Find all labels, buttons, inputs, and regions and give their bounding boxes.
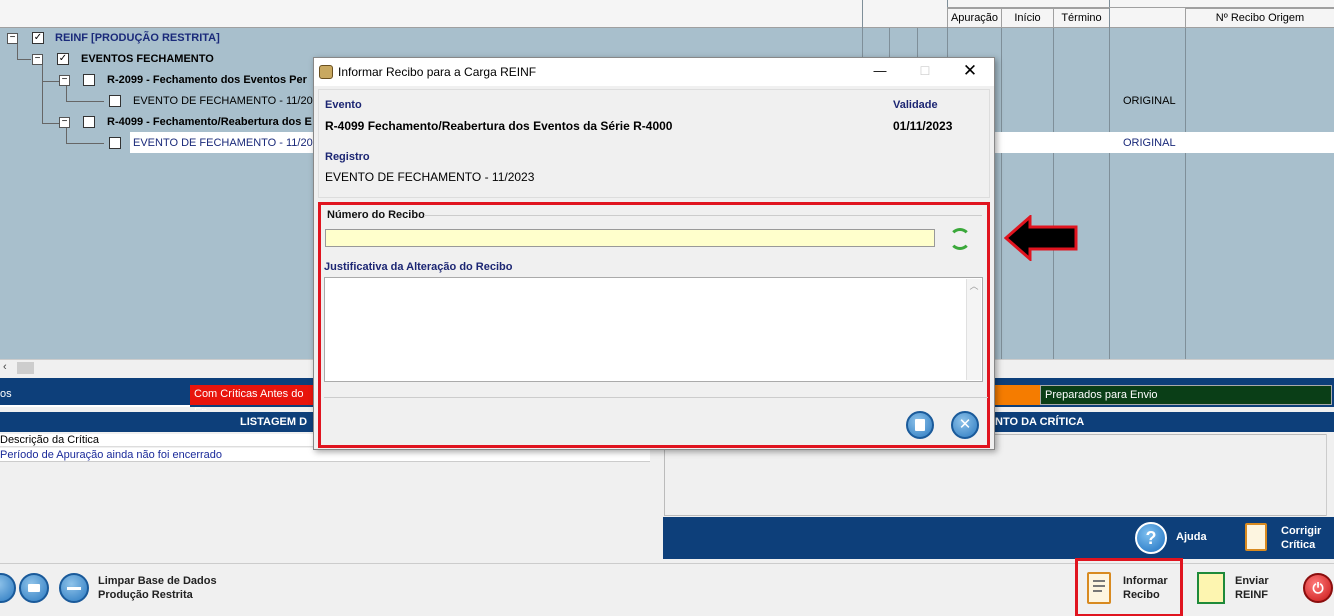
tree-line	[17, 59, 31, 60]
minimize-icon[interactable]: —	[869, 63, 891, 81]
registro-label: Registro	[325, 151, 370, 163]
grid-divider	[1185, 28, 1186, 359]
tree-group-label[interactable]: EVENTOS FECHAMENTO	[81, 49, 214, 69]
tree-line	[66, 128, 67, 144]
fix-label-line2: Crítica	[1281, 539, 1316, 551]
print-icon[interactable]	[19, 573, 49, 603]
recibo-number-input[interactable]	[325, 229, 935, 247]
tree-line	[66, 101, 104, 102]
inform-label-line2: Recibo	[1123, 589, 1160, 601]
header-rule	[947, 7, 1334, 8]
collapse-icon[interactable]: −	[32, 54, 43, 65]
validade-label: Validade	[893, 99, 938, 111]
refresh-icon[interactable]	[949, 228, 971, 250]
tree-item-r4099[interactable]: R-4099 - Fechamento/Reabertura dos E	[107, 112, 312, 132]
fix-label-line1: Corrigir	[1281, 525, 1322, 537]
col-header-recibo-origem[interactable]: Nº Recibo Origem	[1185, 8, 1334, 27]
send-reinf-icon[interactable]	[1197, 572, 1225, 604]
tree-line	[92, 101, 93, 102]
maximize-icon[interactable]: ☐	[917, 64, 933, 78]
tree-line	[42, 64, 43, 124]
tree-child-r2099[interactable]: EVENTO DE FECHAMENTO - 11/2023	[133, 91, 325, 111]
help-label[interactable]: Ajuda	[1176, 531, 1207, 543]
clear-label-line1: Limpar Base de Dados	[98, 575, 217, 587]
col-header-termino[interactable]: Término	[1053, 8, 1109, 27]
grid-divider	[862, 0, 863, 28]
justificativa-label: Justificativa da Alteração do Recibo	[324, 261, 513, 273]
collapse-icon[interactable]: −	[59, 117, 70, 128]
tree-line	[66, 143, 104, 144]
grid-divider	[1001, 28, 1002, 359]
status-cell: ORIGINAL	[1123, 95, 1176, 107]
critica-action-bar: ? Ajuda Corrigir Crítica	[663, 517, 1334, 559]
send-label-line1: Enviar	[1235, 575, 1269, 587]
grid-divider	[1053, 28, 1054, 359]
item-checkbox[interactable]	[83, 74, 95, 86]
send-label-line2: REINF	[1235, 589, 1268, 601]
fix-critica-label[interactable]: Corrigir Crítica	[1281, 524, 1321, 552]
tab-orange[interactable]	[995, 385, 1040, 405]
tree-child-r4099[interactable]: EVENTO DE FECHAMENTO - 11/2023	[133, 133, 325, 153]
dialog-title: Informar Recibo para a Carga REINF	[338, 65, 537, 79]
critica-row[interactable]: Período de Apuração ainda não foi encerr…	[0, 448, 650, 462]
collapse-icon[interactable]: −	[59, 75, 70, 86]
clear-database-button[interactable]: Limpar Base de Dados Produção Restrita	[98, 574, 217, 602]
prev-action-icon[interactable]	[0, 573, 16, 603]
group-checkbox[interactable]: ✓	[57, 53, 69, 65]
col-header-apuracao[interactable]: Apuração	[947, 8, 1001, 27]
tab-underline	[0, 405, 190, 407]
dialog-titlebar[interactable]: Informar Recibo para a Carga REINF — ☐ ✕	[314, 58, 994, 86]
registro-value: EVENTO DE FECHAMENTO - 11/2023	[325, 170, 535, 184]
validade-value: 01/11/2023	[893, 119, 953, 133]
evento-value: R-4099 Fechamento/Reabertura dos Eventos…	[325, 119, 673, 133]
item-checkbox[interactable]	[83, 116, 95, 128]
help-icon[interactable]: ?	[1135, 522, 1167, 554]
tab-prepared[interactable]: Preparados para Envio	[1040, 385, 1332, 405]
tab-partial[interactable]: os	[0, 385, 190, 405]
tab-critical[interactable]: Com Críticas Antes do En	[190, 385, 314, 418]
fieldset-rule	[424, 215, 982, 216]
collapse-icon[interactable]: −	[7, 33, 18, 44]
grid-header: Apuração Início Término Nº Recibo Origem	[0, 0, 1334, 28]
send-reinf-button[interactable]: Enviar REINF	[1235, 574, 1269, 602]
clear-database-icon[interactable]	[59, 573, 89, 603]
annotation-arrow-icon	[1004, 215, 1078, 261]
status-cell: ORIGINAL	[1123, 137, 1176, 149]
dialog-app-icon	[319, 65, 333, 79]
fix-critica-icon[interactable]	[1245, 523, 1267, 551]
bottom-toolbar: Limpar Base de Dados Produção Restrita I…	[0, 558, 1334, 616]
recibo-label: Número do Recibo	[327, 209, 425, 221]
save-icon[interactable]	[906, 411, 934, 439]
receipt-icon[interactable]	[1087, 572, 1111, 604]
informar-recibo-dialog: Informar Recibo para a Carga REINF — ☐ ✕…	[313, 57, 995, 450]
tree-line	[42, 81, 60, 82]
informar-recibo-button[interactable]: Informar Recibo	[1123, 574, 1168, 602]
child-checkbox[interactable]	[109, 95, 121, 107]
cancel-icon[interactable]: ✕	[951, 411, 979, 439]
child-checkbox[interactable]	[109, 137, 121, 149]
tree-root-label[interactable]: REINF [PRODUÇÃO RESTRITA]	[55, 28, 220, 48]
evento-label: Evento	[325, 99, 362, 111]
textarea-scrollbar[interactable]: ︿	[966, 279, 981, 380]
clear-label-line2: Produção Restrita	[98, 589, 193, 601]
dialog-separator	[324, 397, 988, 398]
tree-line	[66, 86, 67, 102]
scroll-left-icon[interactable]: ‹	[3, 361, 7, 373]
justificativa-textarea[interactable]	[324, 277, 983, 382]
grid-divider	[1109, 28, 1110, 359]
grid-divider	[1109, 0, 1110, 28]
root-checkbox[interactable]: ✓	[32, 32, 44, 44]
close-icon[interactable]: ✕	[961, 61, 979, 81]
vertical-scrollbar[interactable]	[1326, 434, 1334, 516]
inform-label-line1: Informar	[1123, 575, 1168, 587]
col-header-inicio[interactable]: Início	[1001, 8, 1053, 27]
tree-line	[42, 123, 60, 124]
tree-item-r2099[interactable]: R-2099 - Fechamento dos Eventos Per	[107, 70, 307, 90]
power-off-icon[interactable]: ⏻	[1303, 573, 1333, 603]
event-info-section: Evento R-4099 Fechamento/Reabertura dos …	[318, 89, 990, 198]
scroll-thumb[interactable]	[17, 362, 34, 374]
